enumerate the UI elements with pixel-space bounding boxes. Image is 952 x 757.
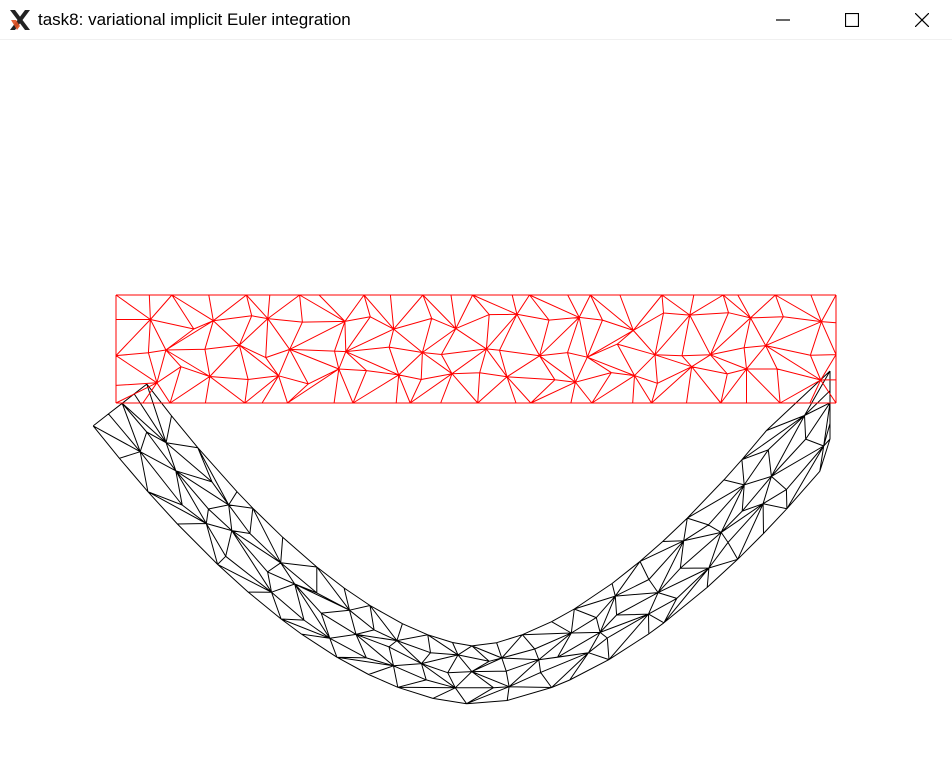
title-bar[interactable]: task8: variational implicit Euler integr…: [0, 0, 952, 40]
maximize-icon: [845, 13, 859, 27]
maximize-button[interactable]: [829, 0, 875, 40]
render-canvas[interactable]: [0, 41, 952, 757]
window-title: task8: variational implicit Euler integr…: [38, 10, 351, 29]
deformed-mesh: [92, 370, 831, 705]
close-icon: [915, 13, 929, 27]
minimize-button[interactable]: [760, 0, 806, 40]
x-app-icon: [8, 8, 32, 32]
minimize-icon: [776, 13, 790, 27]
close-button[interactable]: [899, 0, 945, 40]
rest-mesh: [115, 294, 837, 404]
